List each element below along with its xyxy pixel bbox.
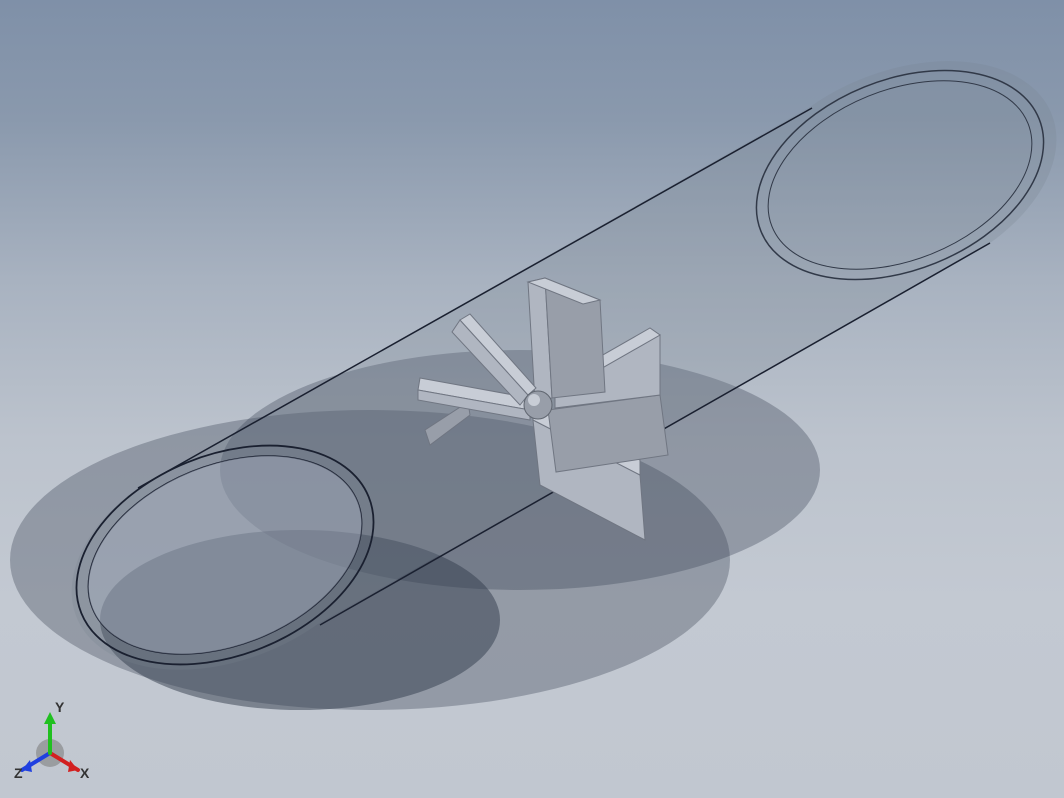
model-canvas[interactable]	[0, 0, 1064, 798]
triad-x-axis: X	[50, 753, 90, 781]
triad-z-label: Z	[14, 765, 23, 781]
triad-y-label: Y	[55, 699, 65, 715]
orientation-triad[interactable]: Z X Y	[10, 698, 100, 788]
cad-viewport[interactable]: Z X Y	[0, 0, 1064, 798]
triad-x-label: X	[80, 765, 90, 781]
triad-z-axis: Z	[14, 753, 50, 781]
